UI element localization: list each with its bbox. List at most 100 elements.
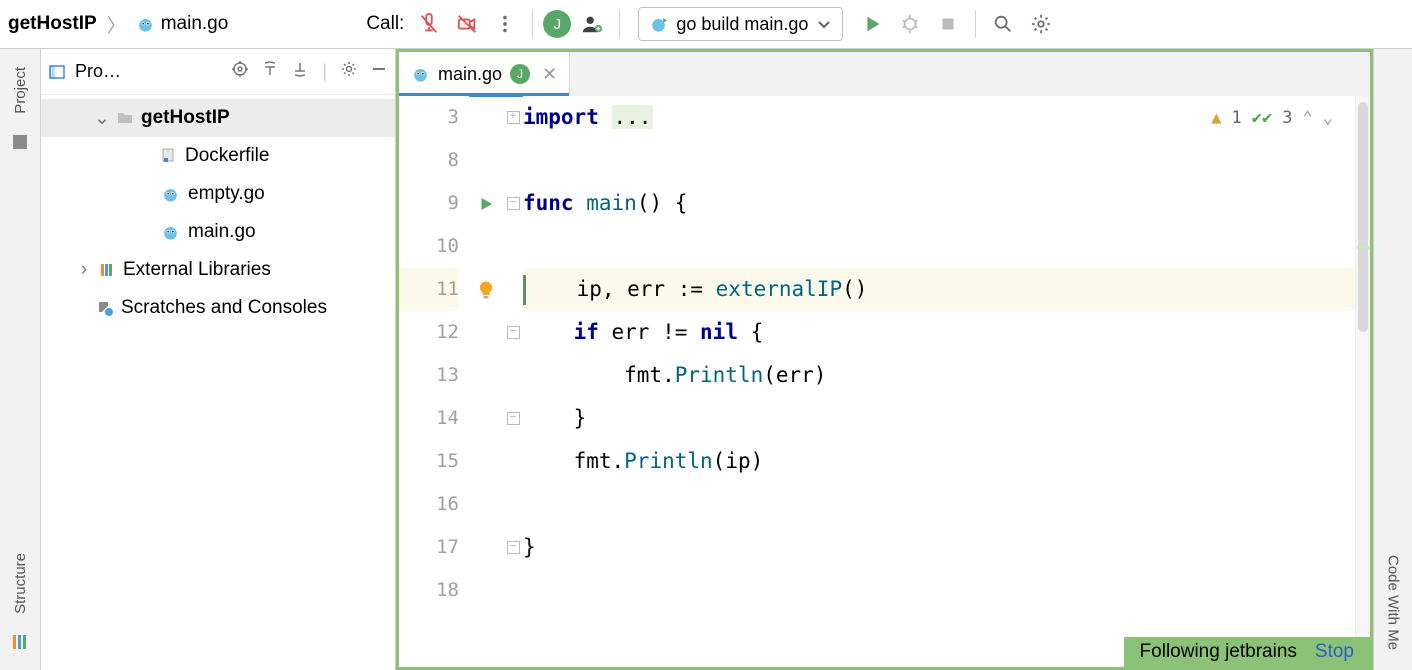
run-config-selector[interactable]: go build main.go [638, 7, 843, 41]
line-number[interactable]: 9 [399, 182, 459, 225]
line-number[interactable]: 15 [399, 440, 459, 483]
top-toolbar: getHostIP 〉 main.go Call: J go build mai… [0, 0, 1412, 49]
intention-bulb-icon[interactable] [476, 280, 496, 300]
ok-check-icon[interactable]: ✔✔ [1252, 108, 1272, 128]
tree-file[interactable]: Dockerfile [41, 137, 395, 175]
line-number[interactable]: 10 [399, 225, 459, 268]
scrollbar[interactable] [1355, 96, 1370, 667]
code-line[interactable]: func main() { [523, 182, 1355, 225]
line-number[interactable]: 18 [399, 569, 459, 612]
line-number[interactable]: 17 [399, 526, 459, 569]
scrollbar-thumb[interactable] [1358, 102, 1368, 332]
divider [532, 10, 533, 38]
editor-area: main.go J ✕ 389101112131415161718 + − − − − … [396, 49, 1373, 670]
inspection-markers[interactable]: ▲1 ✔✔3 ⌃ ⌄ [1211, 108, 1333, 128]
call-label: Call: [366, 13, 404, 35]
code-line[interactable] [523, 139, 1355, 182]
tree-root[interactable]: ⌄ getHostIP [41, 99, 395, 137]
code-line[interactable]: } [523, 397, 1355, 440]
chevron-right-icon[interactable]: › [77, 259, 91, 281]
project-rail-icon[interactable] [10, 132, 30, 152]
warning-icon[interactable]: ▲ [1211, 108, 1221, 128]
prev-highlight-icon[interactable]: ⌃ [1303, 108, 1313, 128]
left-tool-rail: Project Structure [0, 49, 41, 670]
code-text[interactable]: ▲1 ✔✔3 ⌃ ⌄ import ...func main() { ip, e… [523, 96, 1355, 667]
fold-collapse-icon[interactable]: − [507, 197, 520, 210]
line-number[interactable]: 12 [399, 311, 459, 354]
stop-following-link[interactable]: Stop [1315, 641, 1354, 663]
add-user-icon[interactable] [575, 7, 609, 41]
sidebar-item-project[interactable]: Project [12, 67, 29, 114]
fold-collapse-icon[interactable]: − [507, 326, 520, 339]
folder-icon [117, 110, 133, 126]
go-file-icon [136, 15, 155, 34]
following-label: Following jetbrains [1140, 641, 1297, 663]
breadcrumb-separator: 〉 [103, 11, 130, 38]
line-number[interactable]: 14 [399, 397, 459, 440]
run-config-label: go build main.go [676, 14, 808, 35]
code-line[interactable]: ip, err := externalIP() [523, 268, 1355, 311]
debug-button[interactable] [893, 7, 927, 41]
close-tab-icon[interactable]: ✕ [538, 64, 557, 85]
fold-collapse-icon[interactable]: − [507, 412, 520, 425]
line-number[interactable]: 11 [399, 268, 459, 311]
go-file-icon [161, 223, 180, 242]
tree-file[interactable]: main.go [41, 213, 395, 251]
editor-tabbar[interactable]: main.go J ✕ [396, 49, 1373, 96]
mute-cam-icon[interactable] [450, 7, 484, 41]
code-line[interactable]: fmt.Println(err) [523, 354, 1355, 397]
go-file-icon [411, 65, 430, 84]
line-number[interactable]: 16 [399, 483, 459, 526]
tree-root-label: getHostIP [141, 107, 230, 129]
divider [619, 10, 620, 38]
tree-file[interactable]: empty.go [41, 175, 395, 213]
avatar[interactable]: J [543, 10, 571, 38]
panel-collapse-icon[interactable] [371, 61, 387, 77]
settings-icon[interactable] [1024, 7, 1058, 41]
code-area[interactable]: 389101112131415161718 + − − − − ▲1 ✔✔3 ⌃ ⌄ i… [396, 96, 1373, 670]
line-number[interactable]: 13 [399, 354, 459, 397]
sidebar-item-structure[interactable]: Structure [12, 553, 29, 614]
expand-all-icon[interactable] [262, 61, 278, 77]
fold-gutter[interactable]: + − − − − [503, 96, 523, 667]
code-line[interactable]: if err != nil { [523, 311, 1355, 354]
structure-rail-icon[interactable] [10, 632, 30, 652]
project-tree[interactable]: ⌄ getHostIP Dockerfile empty.go main.go › … [41, 95, 395, 670]
run-button[interactable] [855, 7, 889, 41]
project-panel: Pro… | ⌄ getHostIP Dockerfileempty.gomai… [41, 49, 396, 670]
scratches-icon [97, 300, 113, 316]
call-more-icon[interactable] [488, 7, 522, 41]
breadcrumb-file[interactable]: main.go [161, 13, 229, 35]
project-view-icon[interactable] [49, 64, 65, 80]
line-number-gutter[interactable]: 389101112131415161718 [399, 96, 469, 667]
tree-scratches[interactable]: Scratches and Consoles [41, 289, 395, 327]
run-gutter-icon[interactable] [477, 195, 495, 213]
tree-file-label: empty.go [188, 183, 265, 205]
run-marker-gutter[interactable] [469, 96, 503, 667]
code-line[interactable] [523, 483, 1355, 526]
mute-mic-icon[interactable] [412, 7, 446, 41]
code-line[interactable]: fmt.Println(ip) [523, 440, 1355, 483]
next-highlight-icon[interactable]: ⌄ [1323, 108, 1333, 128]
following-bar: Following jetbrains Stop [1124, 637, 1370, 667]
dockerfile-icon [161, 148, 177, 164]
project-panel-title[interactable]: Pro… [75, 61, 121, 82]
sidebar-item-code-with-me[interactable]: Code With Me [1385, 555, 1402, 650]
select-opened-file-icon[interactable] [232, 61, 248, 77]
breadcrumb-root[interactable]: getHostIP [8, 13, 97, 35]
search-icon[interactable] [986, 7, 1020, 41]
breadcrumb[interactable]: getHostIP 〉 main.go [8, 11, 228, 38]
tree-external-libraries[interactable]: › External Libraries [41, 251, 395, 289]
code-line[interactable]: } [523, 526, 1355, 569]
code-line[interactable] [523, 225, 1355, 268]
line-number[interactable]: 8 [399, 139, 459, 182]
fold-expand-icon[interactable]: + [507, 111, 520, 124]
editor-tab-label: main.go [438, 64, 502, 85]
editor-tab-main[interactable]: main.go J ✕ [399, 52, 570, 96]
collapse-all-icon[interactable] [292, 61, 308, 77]
chevron-down-icon[interactable]: ⌄ [95, 107, 109, 130]
panel-settings-icon[interactable] [341, 61, 357, 77]
line-number[interactable]: 3 [399, 96, 459, 139]
code-line[interactable] [523, 569, 1355, 612]
fold-collapse-icon[interactable]: − [507, 541, 520, 554]
